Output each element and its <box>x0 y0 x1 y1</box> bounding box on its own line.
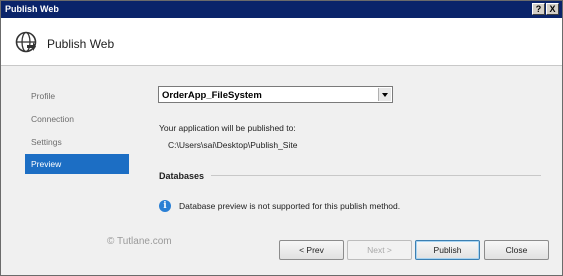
help-button[interactable]: ? <box>532 3 545 15</box>
publish-button[interactable]: Publish <box>415 240 480 260</box>
close-window-button[interactable]: X <box>546 3 559 15</box>
nav-item-preview[interactable]: Preview <box>25 154 129 174</box>
nav-item-label: Preview <box>31 159 62 169</box>
globe-icon <box>15 31 37 53</box>
close-button[interactable]: Close <box>484 240 549 260</box>
databases-heading: Databases <box>159 171 205 181</box>
publish-web-dialog: Publish Web ? X Publish Web Profile Conn… <box>0 0 563 276</box>
dialog-header: Publish Web <box>1 18 562 66</box>
active-nav-arrow <box>123 154 129 174</box>
info-icon: i <box>159 200 171 212</box>
nav-item-label: Settings <box>31 137 62 147</box>
profile-select-value: OrderApp_FileSystem <box>162 90 262 101</box>
publish-path: C:\Users\sai\Desktop\Publish_Site <box>168 140 298 150</box>
prev-button[interactable]: < Prev <box>279 240 344 260</box>
window-title: Publish Web <box>5 4 59 14</box>
header-title: Publish Web <box>47 37 115 51</box>
next-button[interactable]: Next > <box>347 240 412 260</box>
nav-item-profile[interactable]: Profile <box>25 86 129 106</box>
nav-item-label: Profile <box>31 91 56 101</box>
nav-item-label: Connection <box>31 114 75 124</box>
nav-item-connection[interactable]: Connection <box>25 109 129 129</box>
title-bar: Publish Web ? X <box>1 1 562 18</box>
watermark: © Tutlane.com <box>107 236 172 247</box>
publish-message: Your application will be published to: <box>159 123 296 133</box>
nav-item-settings[interactable]: Settings <box>25 132 129 152</box>
section-divider <box>211 175 541 176</box>
profile-select[interactable]: OrderApp_FileSystem <box>158 86 393 103</box>
database-info-text: Database preview is not supported for th… <box>179 201 401 211</box>
chevron-down-icon[interactable] <box>378 88 391 101</box>
